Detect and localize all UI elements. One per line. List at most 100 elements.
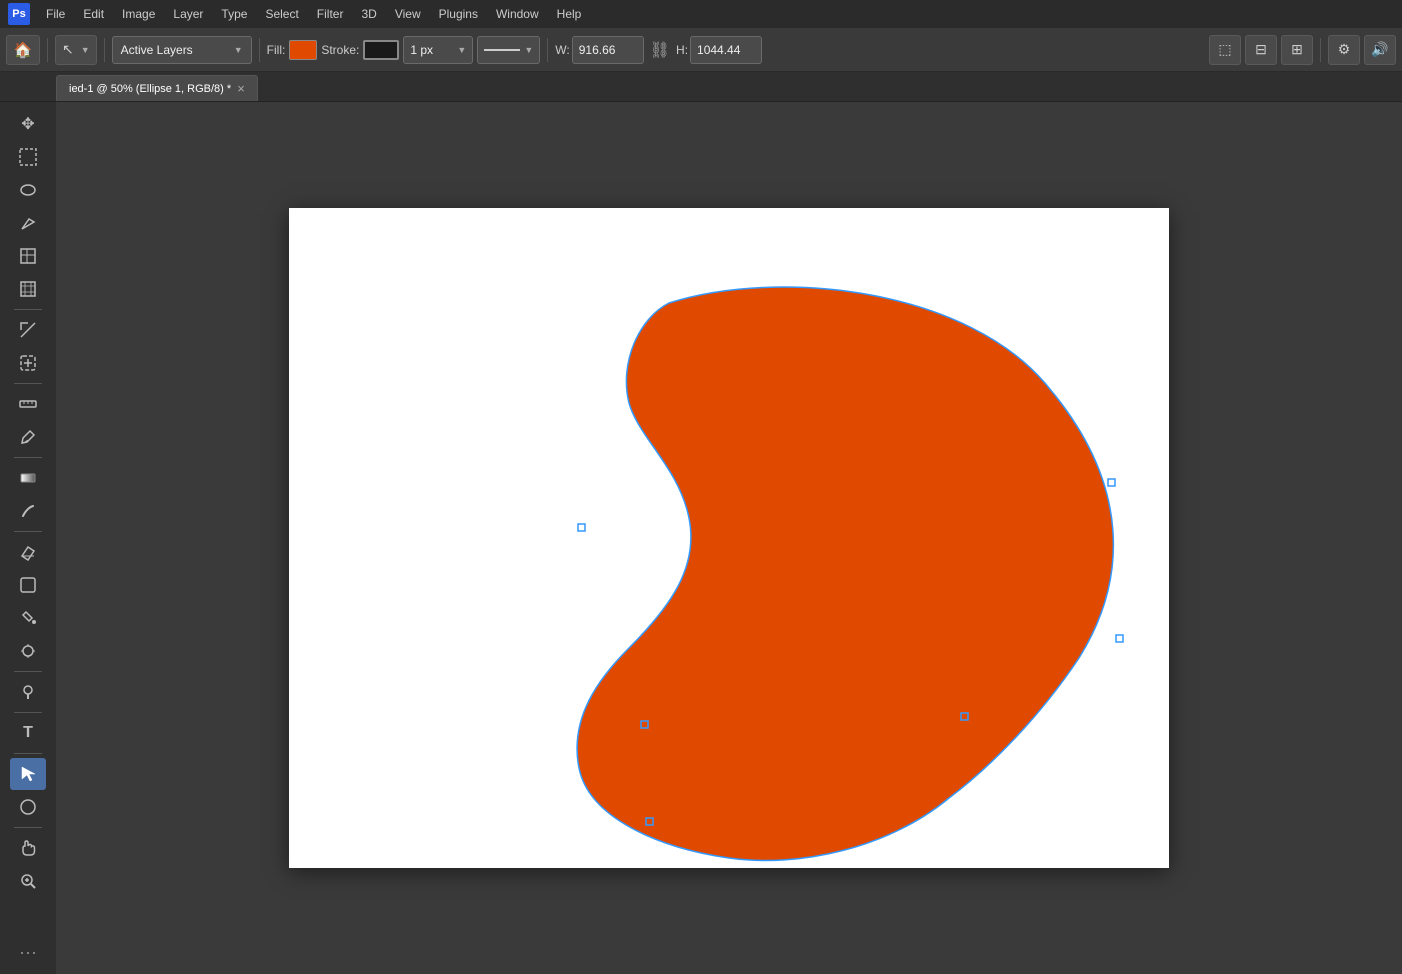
zoom-tool-button[interactable] (10, 865, 46, 897)
dodge-icon (19, 683, 37, 701)
menu-plugins[interactable]: Plugins (431, 5, 486, 23)
settings-icon-button[interactable]: ⚙ (1328, 35, 1360, 65)
height-section: H: 1044.44 (676, 36, 762, 64)
menu-bar: Ps File Edit Image Layer Type Select Fil… (0, 0, 1402, 28)
smudge-tool-button[interactable] (10, 495, 46, 527)
menu-image[interactable]: Image (114, 5, 163, 23)
blur-icon (19, 642, 37, 660)
toolbar-divider-4 (14, 531, 42, 532)
menu-edit[interactable]: Edit (75, 5, 112, 23)
stroke-style-dropdown[interactable]: ▼ (477, 36, 540, 64)
fill-bucket-tool-button[interactable] (10, 602, 46, 634)
stroke-label: Stroke: (321, 43, 359, 57)
ruler-icon (19, 395, 37, 413)
tool-select-button[interactable]: ↖ ▼ (55, 35, 97, 65)
smudge-icon (19, 502, 37, 520)
align-icon-button[interactable]: ⊟ (1245, 35, 1277, 65)
ellipse-select-tool-button[interactable] (10, 791, 46, 823)
toolbar-divider-3 (14, 457, 42, 458)
width-value[interactable]: 916.66 (572, 36, 644, 64)
lasso-tool-button[interactable] (10, 174, 46, 206)
hand-tool-button[interactable] (10, 832, 46, 864)
eraser-tool-button[interactable] (10, 536, 46, 568)
menu-window[interactable]: Window (488, 5, 547, 23)
anchor-point-l[interactable] (578, 524, 585, 531)
menu-help[interactable]: Help (549, 5, 590, 23)
patch-icon (19, 354, 37, 372)
more-tools-button[interactable]: ⋯ (15, 939, 41, 968)
link-proportions-icon[interactable]: ⛓ (648, 40, 672, 60)
shape-tool-button[interactable] (10, 569, 46, 601)
chevron-down-icon: ▼ (234, 45, 243, 55)
ellipse-icon (19, 798, 37, 816)
toolbar-divider-6 (14, 712, 42, 713)
tab-bar: ied-1 @ 50% (Ellipse 1, RGB/8) * × (0, 72, 1402, 102)
toolbar-divider (14, 309, 42, 310)
w-label: W: (555, 43, 569, 57)
stroke-width-dropdown[interactable]: 1 px ▼ (403, 36, 473, 64)
anchor-point-rm[interactable] (1116, 635, 1123, 642)
menu-type[interactable]: Type (213, 5, 255, 23)
document-canvas (289, 208, 1169, 868)
marquee-tool-button[interactable] (10, 141, 46, 173)
arrange-icon-button[interactable]: ⬚ (1209, 35, 1241, 65)
menu-filter[interactable]: Filter (309, 5, 352, 23)
chevron-down-icon: ▼ (81, 45, 90, 55)
pen-tool-button[interactable] (10, 207, 46, 239)
hand-icon (19, 839, 37, 857)
ps-logo: Ps (8, 3, 30, 25)
height-value[interactable]: 1044.44 (690, 36, 762, 64)
menu-view[interactable]: View (387, 5, 429, 23)
stroke-width-value: 1 px (410, 43, 433, 57)
gradient-icon (19, 469, 37, 487)
slice-tool-button[interactable] (10, 314, 46, 346)
ellipse-shape[interactable] (577, 287, 1113, 860)
active-layers-dropdown[interactable]: Active Layers ▼ (112, 36, 252, 64)
stroke-color-swatch[interactable] (363, 40, 399, 60)
left-toolbar: ✥ (0, 102, 56, 974)
menu-layer[interactable]: Layer (165, 5, 211, 23)
audio-icon-button[interactable]: 🔊 (1364, 35, 1396, 65)
tab-label: ied-1 @ 50% (Ellipse 1, RGB/8) * (69, 83, 231, 95)
menu-select[interactable]: Select (257, 5, 306, 23)
width-section: W: 916.66 (555, 36, 643, 64)
chevron-down-icon: ▼ (457, 45, 466, 55)
lasso-icon (19, 181, 37, 199)
menu-file[interactable]: File (38, 5, 73, 23)
crop-icon (19, 247, 37, 265)
toolbar-divider-8 (14, 827, 42, 828)
pen-icon (19, 214, 37, 232)
patch-tool-button[interactable] (10, 347, 46, 379)
eyedrop-icon (19, 428, 37, 446)
eraser-icon (19, 543, 37, 561)
eyedrop-tool-button[interactable] (10, 421, 46, 453)
fill-label: Fill: (267, 43, 286, 57)
frame-icon (19, 280, 37, 298)
crop-tool-button[interactable] (10, 240, 46, 272)
home-button[interactable]: 🏠 (6, 35, 40, 65)
canvas-area (56, 102, 1402, 974)
document-tab[interactable]: ied-1 @ 50% (Ellipse 1, RGB/8) * × (56, 75, 258, 101)
marquee-icon (19, 148, 37, 166)
fill-color-swatch[interactable] (289, 40, 317, 60)
blur-tool-button[interactable] (10, 635, 46, 667)
menu-3d[interactable]: 3D (353, 5, 384, 23)
anchor-point-tr[interactable] (1108, 479, 1115, 486)
path-select-tool-button[interactable] (10, 758, 46, 790)
type-icon: T (23, 724, 33, 742)
fill-bucket-icon (19, 609, 37, 627)
ruler-tool-button[interactable] (10, 388, 46, 420)
frame-tool-button[interactable] (10, 273, 46, 305)
chevron-down-icon: ▼ (524, 45, 533, 55)
toolbar-divider-2 (14, 383, 42, 384)
shape-svg (289, 208, 1169, 868)
tab-close-button[interactable]: × (237, 82, 245, 95)
gradient-tool-button[interactable] (10, 462, 46, 494)
active-layers-label: Active Layers (121, 43, 193, 57)
move-tool-button[interactable]: ✥ (10, 108, 46, 140)
dodge-tool-button[interactable] (10, 676, 46, 708)
stroke-line-preview (484, 49, 520, 51)
type-tool-button[interactable]: T (10, 717, 46, 749)
toolbar-divider-7 (14, 753, 42, 754)
distribute-icon-button[interactable]: ⊞ (1281, 35, 1313, 65)
